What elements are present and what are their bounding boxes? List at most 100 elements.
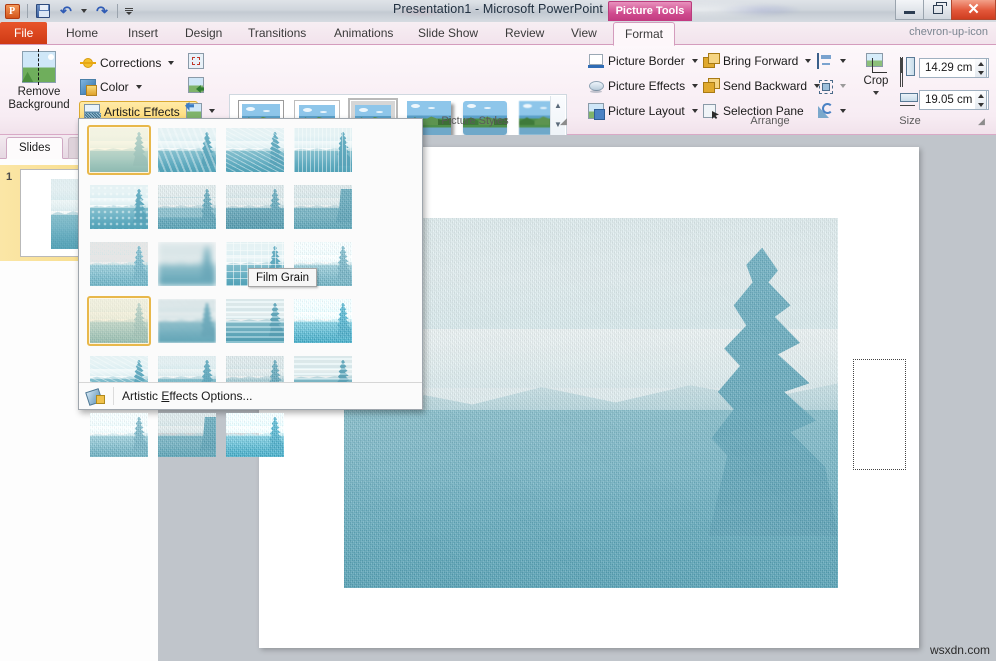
artistic-effect-thumbnail [90, 242, 148, 286]
send-backward-icon [703, 78, 719, 94]
bring-forward-label: Bring Forward [723, 54, 798, 68]
artistic-effect-marker[interactable] [153, 124, 221, 176]
tab-view[interactable]: View [560, 22, 608, 45]
picture-border-button[interactable]: Picture Border [588, 53, 698, 69]
compress-pictures-button[interactable] [188, 53, 204, 69]
close-icon[interactable]: ✕ [951, 0, 996, 20]
customize-qat-icon[interactable] [123, 2, 135, 20]
artistic-effect-none[interactable] [85, 124, 153, 176]
artistic-effect-film-grain[interactable] [85, 295, 153, 347]
selection-highlight [87, 296, 151, 346]
chevron-down-icon [136, 85, 142, 89]
artistic-effect-thumbnail [158, 185, 216, 229]
divider [113, 387, 114, 405]
tab-slides[interactable]: Slides [6, 137, 63, 159]
tab-slide-show[interactable]: Slide Show [407, 22, 489, 45]
context-tab-picture-tools: Picture Tools [608, 1, 692, 21]
shape-height-icon [900, 57, 916, 75]
color-button[interactable]: Color [80, 79, 142, 95]
minimize-icon[interactable] [895, 0, 924, 20]
window-title: Presentation1 - Microsoft PowerPoint [0, 2, 996, 16]
tab-design[interactable]: Design [174, 22, 233, 45]
artistic-effect-thumbnail [294, 299, 352, 343]
artistic-effect-thumbnail [226, 299, 284, 343]
group-button[interactable] [817, 78, 846, 94]
artistic-effects-grid[interactable] [85, 124, 419, 466]
divider [27, 4, 28, 18]
crop-label: Crop [855, 75, 897, 88]
crop-button[interactable]: Crop [855, 53, 897, 95]
picture-effects-button[interactable]: Picture Effects [588, 78, 698, 94]
tab-transitions[interactable]: Transitions [237, 22, 317, 45]
align-button[interactable] [817, 53, 846, 69]
chevron-down-icon [840, 59, 846, 63]
artistic-effect-thumbnail [226, 185, 284, 229]
artistic-effect-plastic-wrap-2[interactable] [221, 409, 289, 461]
chevron-down-icon [873, 91, 879, 95]
picture-styles-dialog-launcher-icon[interactable]: ◢ [560, 116, 571, 127]
chevron-down-icon [168, 61, 174, 65]
artistic-effect-thumbnail [90, 185, 148, 229]
chevron-down-icon [692, 84, 698, 88]
corrections-button[interactable]: Corrections [80, 55, 174, 71]
save-icon[interactable] [33, 2, 53, 21]
color-palette-icon [80, 79, 96, 95]
align-icon [817, 53, 833, 69]
artistic-effects-options-item[interactable]: Artistic Effects Options... [79, 382, 422, 409]
remove-background-label-2: Background [6, 99, 72, 112]
tab-format[interactable]: Format [613, 22, 675, 46]
artistic-effect-pastels-smooth[interactable] [85, 409, 153, 461]
redo-icon[interactable]: ↷ [92, 2, 112, 21]
artistic-effect-watercolor-sponge[interactable] [153, 181, 221, 233]
group-icon [817, 78, 833, 94]
tab-insert[interactable]: Insert [117, 22, 169, 45]
artistic-effects-options-label: Artistic Effects Options... [122, 389, 253, 403]
empty-text-placeholder[interactable] [853, 359, 906, 470]
artistic-effect-thumbnail [158, 242, 216, 286]
window-controls[interactable]: ✕ [896, 0, 996, 21]
artistic-effect-crisscross-etching[interactable] [221, 181, 289, 233]
chevron-down-icon [840, 84, 846, 88]
shape-height-stepper[interactable] [975, 58, 987, 78]
send-backward-label: Send Backward [723, 79, 807, 93]
picture-border-label: Picture Border [608, 54, 685, 68]
artistic-effect-thumbnail [158, 413, 216, 457]
artistic-effect-pencil-sketch[interactable] [289, 124, 357, 176]
artistic-effect-mosaic-bubbles[interactable] [289, 181, 357, 233]
artistic-effect-line-drawing[interactable] [85, 181, 153, 233]
brightness-sun-icon [80, 55, 96, 71]
artistic-effect-glow-edges[interactable] [153, 409, 221, 461]
tab-review[interactable]: Review [494, 22, 555, 45]
artistic-effect-glass[interactable] [85, 238, 153, 290]
remove-background-label-1: Remove [6, 86, 72, 99]
size-dialog-launcher-icon[interactable]: ◢ [978, 116, 989, 127]
artistic-effect-thumbnail [158, 299, 216, 343]
undo-chevron-down-icon[interactable] [79, 2, 89, 21]
artistic-effect-pencil-grayscale[interactable] [221, 124, 289, 176]
restore-icon[interactable] [923, 0, 952, 20]
undo-icon[interactable]: ↶ [56, 2, 76, 21]
artistic-effect-cement[interactable] [153, 238, 221, 290]
powerpoint-logo-icon[interactable]: P [2, 2, 22, 21]
collapse-ribbon-icon[interactable]: chevron-up-icon [909, 26, 988, 38]
artistic-effect-light-screen[interactable] [221, 295, 289, 347]
ribbon-tab-strip[interactable]: File Home Insert Design Transitions Anim… [0, 22, 996, 45]
picture-effects-icon [588, 78, 604, 94]
shape-width-stepper[interactable] [975, 90, 987, 110]
group-label-picture-styles: Picture Styles [405, 115, 545, 127]
picture-border-icon [588, 53, 604, 69]
compress-pictures-icon [188, 53, 204, 69]
tab-home[interactable]: Home [55, 22, 109, 45]
remove-background-button[interactable]: Remove Background [6, 51, 72, 112]
tab-animations[interactable]: Animations [323, 22, 404, 45]
chevron-down-icon [692, 59, 698, 63]
artistic-effects-gallery-dropdown[interactable]: Artistic Effects Options... [78, 118, 423, 410]
tab-file[interactable]: File [0, 22, 47, 44]
artistic-effect-plastic-wrap[interactable] [289, 295, 357, 347]
change-picture-button[interactable] [188, 77, 204, 93]
quick-access-toolbar[interactable]: P ↶ ↷ [2, 1, 135, 21]
send-backward-button[interactable]: Send Backward [703, 78, 820, 94]
artistic-effect-blur[interactable] [153, 295, 221, 347]
artistic-effect-thumbnail [294, 185, 352, 229]
bring-forward-button[interactable]: Bring Forward [703, 53, 811, 69]
